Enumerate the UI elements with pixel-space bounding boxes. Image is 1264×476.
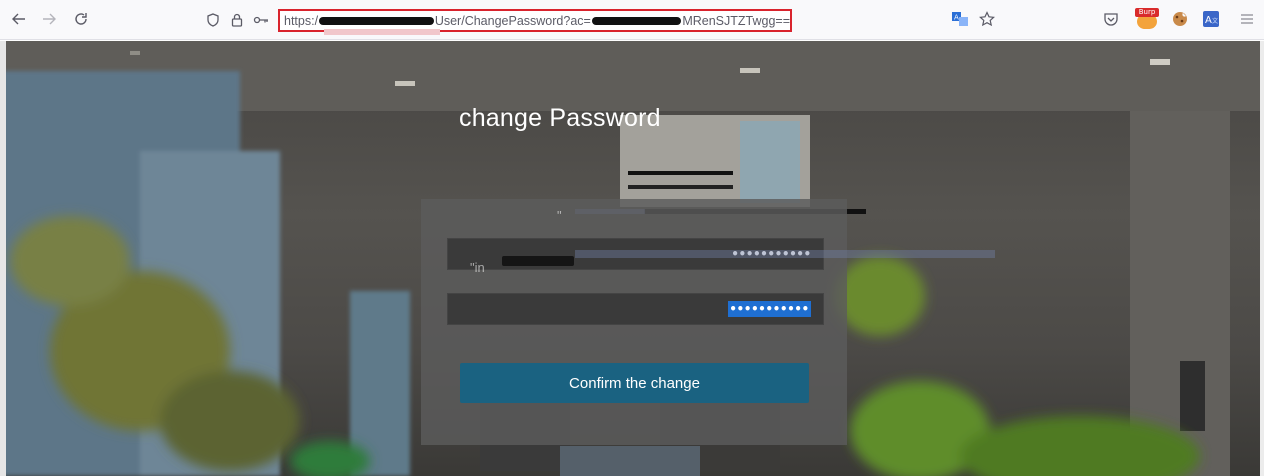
key-icon[interactable] — [252, 9, 270, 31]
burp-extension-button[interactable]: Burp — [1134, 6, 1160, 32]
overlay-quote-text: " — [557, 208, 562, 223]
redaction-bar — [628, 171, 733, 175]
translate-icon: A — [952, 12, 968, 26]
url-path: User/ChangePassword?ac= — [434, 13, 591, 28]
burp-icon: Burp — [1135, 8, 1159, 30]
bookmark-star-icon — [979, 11, 995, 27]
redacted-token — [591, 16, 682, 25]
redaction-marker — [324, 29, 440, 35]
arrow-right-icon — [43, 13, 56, 25]
reload-icon — [75, 13, 87, 25]
svg-text:A: A — [954, 14, 959, 22]
translate-extension-button[interactable]: A文 — [1198, 6, 1224, 32]
cookie-extension-button[interactable] — [1167, 6, 1193, 32]
tracking-shield-icon[interactable] — [204, 9, 222, 31]
redaction-bar — [628, 185, 733, 189]
pocket-button[interactable] — [1098, 6, 1124, 32]
translate-page-button[interactable]: A — [947, 6, 973, 32]
confirm-change-button[interactable]: Confirm the change — [460, 363, 809, 403]
bookmark-button[interactable] — [974, 6, 1000, 32]
overlay-text: "in — [470, 260, 485, 275]
arrow-left-icon — [12, 13, 25, 25]
app-menu-button[interactable] — [1234, 6, 1260, 32]
password-value-selected: ••••••••••• — [727, 301, 811, 317]
password-value: ••••••••••• — [731, 247, 811, 261]
burp-label: Burp — [1135, 8, 1159, 17]
lock-icon[interactable] — [228, 9, 246, 31]
svg-text:A: A — [1205, 15, 1212, 26]
url-suffix: MRenSJTZTwgg== — [682, 13, 790, 28]
url-prefix: https:/ — [284, 13, 319, 28]
browser-toolbar: https:/ User/ChangePassword?ac= MRenSJTZTw… — [0, 0, 1264, 40]
translate-extension-icon: A文 — [1203, 11, 1219, 27]
new-password-input[interactable]: ••••••••••• — [447, 238, 824, 270]
confirm-password-input[interactable]: ••••••••••• — [447, 293, 824, 325]
svg-text:文: 文 — [1212, 17, 1218, 25]
forward-button[interactable] — [36, 6, 62, 32]
pocket-icon — [1104, 13, 1118, 26]
reload-button[interactable] — [68, 6, 94, 32]
redacted-host — [319, 16, 434, 25]
page-title: change Password — [459, 104, 661, 132]
cookie-icon — [1173, 12, 1187, 26]
menu-icon — [1241, 14, 1253, 24]
back-button[interactable] — [6, 6, 32, 32]
